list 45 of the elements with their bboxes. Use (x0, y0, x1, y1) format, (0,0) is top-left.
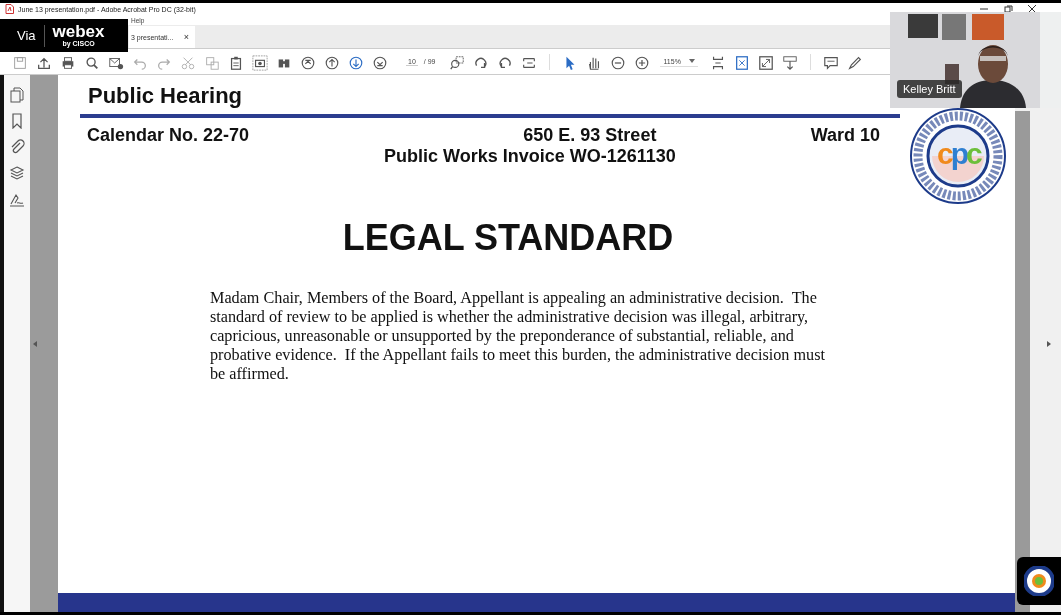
first-page-icon[interactable] (300, 55, 316, 71)
scrollbar[interactable] (1015, 111, 1030, 612)
pen-icon[interactable] (846, 55, 863, 71)
seal-icon (1024, 566, 1054, 596)
last-page-icon[interactable] (372, 55, 388, 71)
zoom-out-icon[interactable] (610, 55, 627, 71)
zoom-in-icon[interactable] (634, 55, 651, 71)
pages-icon[interactable] (9, 87, 25, 103)
paperclip-icon[interactable] (9, 139, 25, 155)
participant-name: Kelley Britt (897, 80, 962, 98)
full-screen-icon[interactable] (757, 55, 774, 71)
collapse-arrow-icon[interactable] (33, 340, 37, 347)
document-heading: Public Hearing (87, 83, 244, 109)
restore-icon[interactable] (1003, 5, 1013, 13)
via-label: Via (17, 28, 36, 43)
ward-number: Ward 10 (810, 125, 880, 146)
camera-icon[interactable] (252, 55, 268, 71)
interactive-page-icon[interactable] (733, 55, 750, 71)
save-icon[interactable] (12, 55, 28, 71)
search-icon[interactable] (84, 55, 100, 71)
layers-icon[interactable] (9, 165, 25, 181)
zoom-select-icon[interactable] (449, 55, 466, 71)
printer-icon[interactable] (60, 55, 76, 71)
comment-icon[interactable] (822, 55, 839, 71)
rotate-clockwise-icon[interactable] (473, 55, 490, 71)
street-address: 650 E. 93 Street (523, 125, 657, 146)
page-scroll-icon[interactable] (521, 55, 538, 71)
webex-logo-text: webex (52, 24, 105, 40)
body-paragraph: Madam Chair, Members of the Board, Appellant is appealing an administrative decision. The standard of review to be applied is whether the administrative decision was illegal, arbitrary, capricious, unreasonable or unsupported by the preponderance of substantial, reliable, and probative evidence. If the Appellant fails to meet this burden, the administrative decision must be affirmed. (210, 289, 826, 384)
logo-text: cpc (937, 136, 980, 172)
close-icon[interactable] (1027, 5, 1037, 13)
envelope-icon[interactable] (108, 55, 124, 71)
thumbnail-tile[interactable] (1017, 557, 1061, 605)
bookmark-icon[interactable] (9, 113, 25, 129)
minimize-icon[interactable] (979, 5, 989, 13)
rotate-counterclockwise-icon[interactable] (497, 55, 514, 71)
download-icon[interactable] (781, 55, 798, 71)
caret-icon[interactable] (688, 59, 695, 63)
clipboard-icon[interactable] (228, 55, 244, 71)
invoice-number: Public Works Invoice WO-1261130 (383, 146, 677, 167)
expand-arrow-icon[interactable] (1047, 340, 1051, 347)
document-title: LEGAL STANDARD (341, 217, 675, 259)
tab-close-button[interactable]: × (183, 32, 189, 42)
upload-icon[interactable] (36, 55, 52, 71)
calendar-number: Calendar No. 22-70 (87, 125, 250, 146)
